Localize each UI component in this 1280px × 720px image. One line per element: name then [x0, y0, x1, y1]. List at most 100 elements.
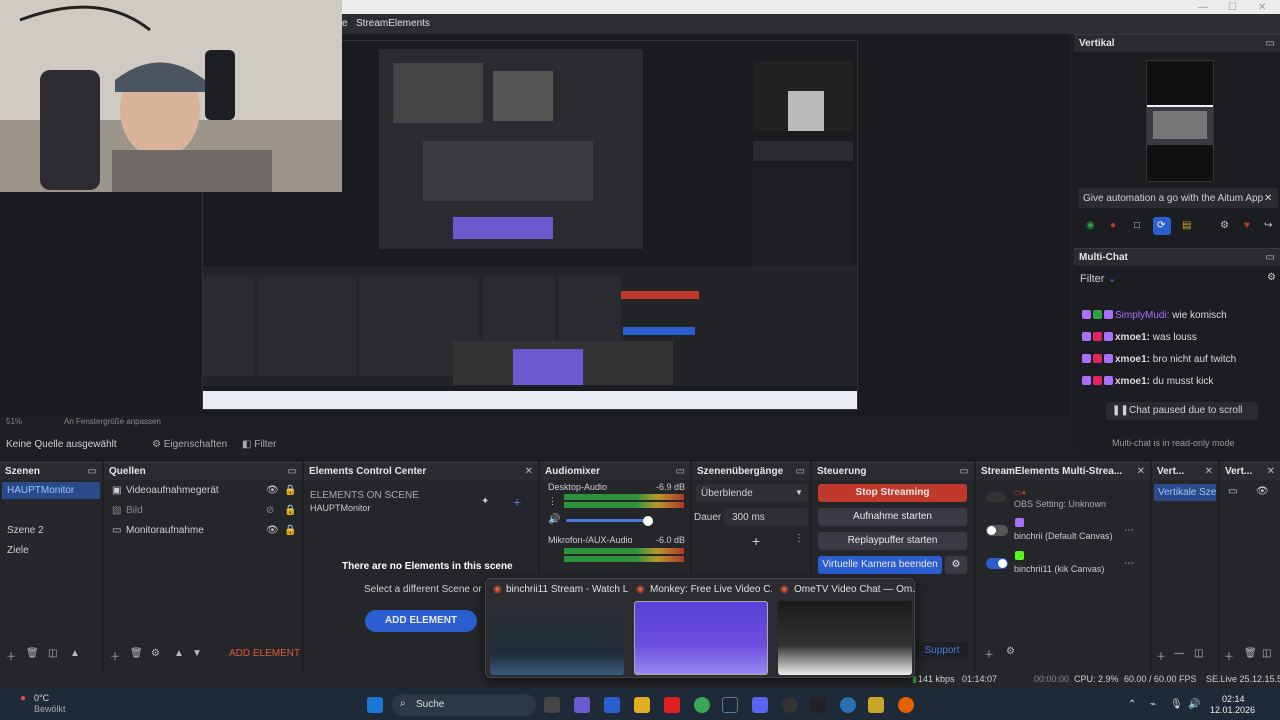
source-item-monitor[interactable]: Monitoraufnahme — [126, 525, 204, 536]
dock-float-icon[interactable]: ▭ — [288, 463, 297, 480]
stop-streaming-button[interactable]: Stop Streaming — [818, 484, 967, 502]
ecc-bottom-add[interactable]: ADD ELEMENT — [229, 648, 300, 659]
taskbar-search[interactable] — [392, 694, 536, 716]
dock-float-icon[interactable]: ▭ — [1266, 35, 1275, 52]
menu-item-streamelements[interactable]: StreamElements — [356, 18, 430, 29]
move-up-icon[interactable]: ▲ — [174, 648, 184, 659]
dock-float-icon[interactable]: ▭ — [88, 463, 97, 480]
task-view-icon[interactable] — [544, 697, 560, 713]
dock-float-icon[interactable]: ▭ — [960, 463, 969, 480]
scene-item-haupt[interactable]: HAUPTMonitor — [7, 485, 74, 496]
move-down-icon[interactable]: ▼ — [192, 648, 202, 659]
close-icon[interactable]: ✕ — [1258, 2, 1266, 13]
explorer-icon[interactable] — [634, 697, 650, 713]
app-icon[interactable] — [868, 697, 884, 713]
chevron-up-icon[interactable]: ⌃ — [1128, 699, 1136, 710]
move-up-icon[interactable]: ▲ — [70, 648, 80, 659]
volume-icon[interactable]: 🔊 — [1188, 699, 1200, 710]
trash-icon[interactable]: 🗑 — [130, 648, 143, 659]
tab-thumbnail-2[interactable] — [634, 601, 768, 675]
more-icon[interactable]: ⋯ — [1124, 525, 1134, 536]
youtube-icon[interactable] — [664, 697, 680, 713]
clock-time[interactable]: 02:14 — [1222, 694, 1245, 704]
fit-to-window[interactable]: An Fenstergröße anpassen — [64, 417, 161, 426]
trash-icon[interactable]: 🗑 — [26, 648, 39, 659]
desktop-volume-knob[interactable] — [643, 516, 653, 526]
obs-icon[interactable] — [782, 697, 798, 713]
menu-item-truncated[interactable]: e — [342, 18, 348, 29]
clock-date[interactable]: 12.01.2026 — [1210, 705, 1255, 715]
properties-button[interactable]: ⚙ Eigenschaften — [152, 439, 227, 450]
square-icon[interactable]: □ — [1134, 220, 1140, 231]
minimize-icon[interactable]: — — [1198, 2, 1208, 13]
add-icon[interactable]: ＋ — [1156, 648, 1166, 663]
settings-icon[interactable]: ⚙ — [1267, 272, 1276, 283]
dock-float-icon[interactable]: ▭ — [676, 463, 685, 480]
add-icon[interactable]: ＋ — [6, 648, 16, 663]
plugin-icon[interactable]: ◉ — [1086, 220, 1095, 231]
scene-item-2[interactable]: Szene 2 — [7, 525, 44, 536]
toggle-channel-2[interactable] — [986, 558, 1008, 569]
more-icon[interactable]: ⋯ — [1124, 558, 1134, 569]
trash-icon[interactable]: 🗑 — [1244, 648, 1257, 659]
add-icon[interactable]: ＋ — [1224, 648, 1234, 663]
epic-icon[interactable] — [810, 697, 826, 713]
more-icon[interactable]: ⋮ — [794, 533, 804, 544]
store-icon[interactable] — [604, 697, 620, 713]
folder-icon[interactable]: ▤ — [1182, 220, 1191, 231]
replay-buffer-button[interactable]: Replaypuffer starten — [818, 532, 967, 550]
close-icon[interactable]: ✕ — [1205, 463, 1213, 480]
refresh-button[interactable]: ⟳ — [1153, 217, 1171, 235]
windows-start-icon[interactable] — [367, 697, 383, 713]
filter-icon[interactable]: ◫ — [48, 648, 57, 659]
network-icon[interactable]: ⌁ — [1150, 699, 1156, 710]
tab-title-2[interactable]: Monkey: Free Live Video C... — [650, 584, 772, 595]
eye-icon[interactable]: 👁 — [266, 485, 279, 496]
eye-icon[interactable]: 👁 — [1256, 486, 1269, 497]
filter-icon[interactable]: ◫ — [1262, 648, 1271, 659]
teams-icon[interactable] — [574, 697, 590, 713]
steam-icon[interactable] — [722, 697, 738, 713]
eye-off-icon[interactable]: ⊘ — [266, 505, 274, 516]
close-icon[interactable]: ✕ — [1264, 193, 1272, 204]
promo-text[interactable]: Give automation a go with the Aitum App — [1083, 193, 1263, 204]
tab-thumbnail-3[interactable] — [778, 601, 912, 675]
add-icon[interactable]: ＋ — [110, 648, 120, 663]
start-recording-button[interactable]: Aufnahme starten — [818, 508, 967, 526]
settings-icon[interactable]: ⚙ — [1220, 220, 1229, 231]
magic-icon[interactable]: ✦ — [481, 496, 489, 507]
lock-icon[interactable]: 🔒 — [284, 505, 296, 516]
close-icon[interactable]: ✕ — [525, 463, 533, 480]
toggle-obs[interactable] — [986, 492, 1006, 502]
firefox-icon[interactable] — [898, 697, 914, 713]
tab-title-1[interactable]: binchrii11 Stream - Watch L... — [506, 584, 628, 595]
source-item-image[interactable]: Bild — [126, 505, 143, 516]
more-icon[interactable]: ⋮ — [548, 496, 557, 507]
weather-desc[interactable]: Bewölkt — [34, 704, 66, 714]
add-icon[interactable]: + — [752, 533, 760, 549]
volume-icon[interactable]: 🔊 — [548, 514, 560, 525]
support-button[interactable]: Support — [916, 642, 968, 660]
scene-item-ziele[interactable]: Ziele — [7, 545, 29, 556]
dock-float-icon[interactable]: ▭ — [796, 463, 805, 480]
lock-icon[interactable]: 🔒 — [284, 485, 296, 496]
filter-button[interactable]: ◧ Filter — [242, 439, 276, 450]
app-icon[interactable] — [840, 697, 856, 713]
tab-thumbnail-1[interactable] — [490, 601, 624, 675]
maximize-icon[interactable]: ☐ — [1228, 2, 1237, 13]
desktop-volume-slider[interactable] — [566, 519, 648, 522]
settings-icon[interactable]: ⚙ — [1006, 646, 1015, 657]
settings-icon[interactable]: ⚙ — [151, 648, 160, 659]
chrome-icon[interactable] — [694, 697, 710, 713]
mic-icon[interactable]: 🎙 — [1170, 699, 1183, 710]
vertical-scene-button[interactable]: Vertikale Szene — [1154, 484, 1216, 501]
filter-icon[interactable]: ◫ — [1194, 648, 1203, 659]
vertical-preview[interactable] — [1146, 60, 1214, 182]
discord-icon[interactable] — [752, 697, 768, 713]
eye-icon[interactable]: 👁 — [266, 525, 279, 536]
add-icon[interactable]: ＋ — [984, 646, 994, 661]
vcam-settings-icon[interactable]: ⚙ — [945, 556, 967, 574]
chat-filter[interactable]: Filter ⌄ — [1080, 272, 1117, 285]
tab-title-3[interactable]: OmeTV Video Chat — Om... — [794, 584, 916, 595]
heart-icon[interactable]: ♥ — [1244, 220, 1250, 231]
